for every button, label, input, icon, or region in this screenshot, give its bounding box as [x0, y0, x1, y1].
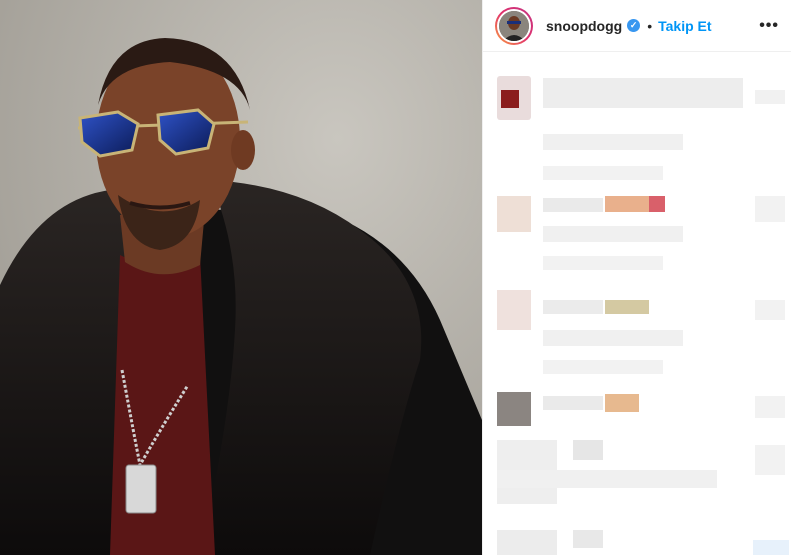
pixel-block: [753, 540, 789, 555]
pixel-block: [543, 198, 603, 212]
comment-avatar: [497, 392, 531, 426]
separator-dot: •: [647, 17, 653, 34]
username-link[interactable]: snoopdogg: [546, 18, 622, 34]
pixel-block: [543, 78, 743, 108]
pixel-block: [605, 300, 649, 314]
post-header: snoopdogg ✓ • Takip Et •••: [483, 0, 791, 52]
follow-button[interactable]: Takip Et: [658, 18, 711, 34]
pixel-block: [501, 90, 519, 108]
pixel-block: [605, 196, 649, 212]
pixel-block: [543, 134, 683, 150]
portrait-image: [0, 0, 482, 555]
pixel-block: [543, 256, 663, 270]
pixel-block: [755, 90, 785, 104]
comment-avatar: [497, 196, 531, 232]
pixel-block: [605, 394, 639, 412]
post-side-panel: snoopdogg ✓ • Takip Et •••: [482, 0, 791, 555]
pixel-block: [543, 330, 683, 346]
pixel-block: [497, 470, 717, 488]
instagram-post: snoopdogg ✓ • Takip Et •••: [0, 0, 791, 555]
pixel-block: [497, 530, 557, 555]
avatar[interactable]: [495, 6, 533, 45]
comments-blurred: [483, 60, 791, 555]
pixel-block: [755, 445, 785, 475]
pixel-block: [543, 226, 683, 242]
pixel-block: [543, 360, 663, 374]
pixel-block: [543, 300, 603, 314]
comment-avatar: [497, 290, 531, 330]
pixel-block: [755, 396, 785, 418]
pixel-block: [573, 530, 603, 548]
pixel-block: [755, 196, 785, 222]
more-options-icon[interactable]: •••: [759, 17, 779, 35]
verified-badge-icon: ✓: [627, 19, 641, 32]
pixel-block: [543, 166, 663, 180]
pixel-block: [543, 396, 603, 410]
post-photo[interactable]: [0, 0, 482, 555]
avatar-image: [499, 10, 529, 41]
pixel-block: [649, 196, 665, 212]
pixel-block: [755, 300, 785, 320]
pixel-block: [573, 440, 603, 460]
